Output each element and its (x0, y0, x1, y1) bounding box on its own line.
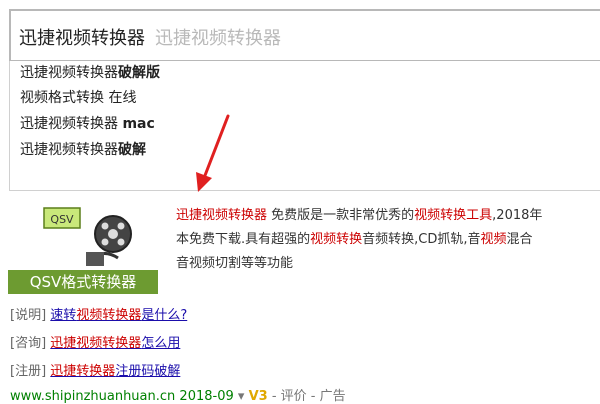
suggestion-dropdown: 迅捷视频转换器破解版 视频格式转换 在线 迅捷视频转换器 mac 迅捷视频转换器… (9, 61, 600, 191)
sub-link-row: [注册] 迅捷转换器注册码破解 (10, 360, 180, 379)
suggestion-bold: 破解版 (118, 65, 160, 81)
thumb-label[interactable]: QSV格式转换器 (8, 270, 158, 294)
result-desc-line3: 音视频切割等等功能 (176, 256, 294, 271)
annotation-arrow-icon (196, 114, 230, 192)
sub-link[interactable]: 速转视频转换器是什么? (50, 308, 187, 323)
thumb-logo-text: QSV (50, 213, 74, 226)
suggestion-item[interactable]: 迅捷视频转换器破解 (20, 139, 146, 159)
film-reel-icon: QSV (43, 207, 132, 266)
sub-link-row: [说明] 速转视频转换器是什么? (10, 304, 187, 323)
result-url[interactable]: www.shipinzhuanhuan.cn (10, 389, 175, 404)
suggestion-item[interactable]: 视频格式转换 在线 (20, 87, 136, 107)
suggestion-bold: 破解 (118, 142, 146, 158)
suggestion-item[interactable]: 迅捷视频转换器破解版 (20, 62, 160, 82)
sub-link[interactable]: 迅捷转换器注册码破解 (50, 364, 180, 379)
v3-badge[interactable]: V3 (249, 389, 268, 404)
desc-text: 音频转换,CD抓轨,音 (362, 232, 481, 247)
suggestion-text: 迅捷视频转换器 (20, 65, 118, 81)
desc-text: 混合 (506, 232, 533, 247)
sub-tag: [注册] (10, 364, 47, 379)
highlight: 视频转换工具 (414, 208, 493, 223)
desc-text: 免费版是一款非常优秀的 (267, 208, 415, 223)
highlight: 迅捷视频转换器 (176, 208, 268, 223)
desc-text: 本免费下载.具有超强的 (176, 232, 311, 247)
search-input[interactable]: 迅捷视频转换器 迅捷视频转换器 (9, 9, 600, 62)
highlight: 视频转换 (310, 232, 363, 247)
suggestion-text: 视频格式转换 在线 (20, 90, 137, 106)
suggestion-text: 迅捷视频转换器 (20, 116, 123, 132)
suggestion-text: 迅捷视频转换器 (20, 142, 118, 158)
result-url-row: www.shipinzhuanhuan.cn 2018-09 ▾ V3 - 评价… (10, 385, 346, 404)
desc-text: ,2018年 (492, 208, 543, 223)
search-query-text[interactable]: 迅捷视频转换器 迅捷视频转换器 (19, 24, 281, 50)
suggestion-item[interactable]: 迅捷视频转换器 mac (20, 113, 155, 133)
search-hint-text: 迅捷视频转换器 (155, 28, 281, 49)
suggestion-bold: mac (122, 116, 155, 132)
result-date: 2018-09 (179, 389, 234, 404)
highlight: 视频 (480, 232, 507, 247)
sub-tag: [咨询] (10, 336, 47, 351)
sub-link-row: [咨询] 迅捷视频转换器怎么用 (10, 332, 180, 351)
sub-link[interactable]: 迅捷视频转换器怎么用 (50, 336, 180, 351)
search-query-value: 迅捷视频转换器 (19, 28, 145, 49)
dropdown-arrow-icon[interactable]: ▾ (238, 389, 245, 404)
result-trail[interactable]: - 评价 - 广告 (272, 389, 346, 404)
result-desc-line1: 迅捷视频转换器 免费版是一款非常优秀的视频转换工具,2018年 (176, 204, 542, 223)
result-desc-line2: 本免费下载.具有超强的视频转换音频转换,CD抓轨,音视频混合 (176, 228, 533, 247)
sub-tag: [说明] (10, 308, 47, 323)
